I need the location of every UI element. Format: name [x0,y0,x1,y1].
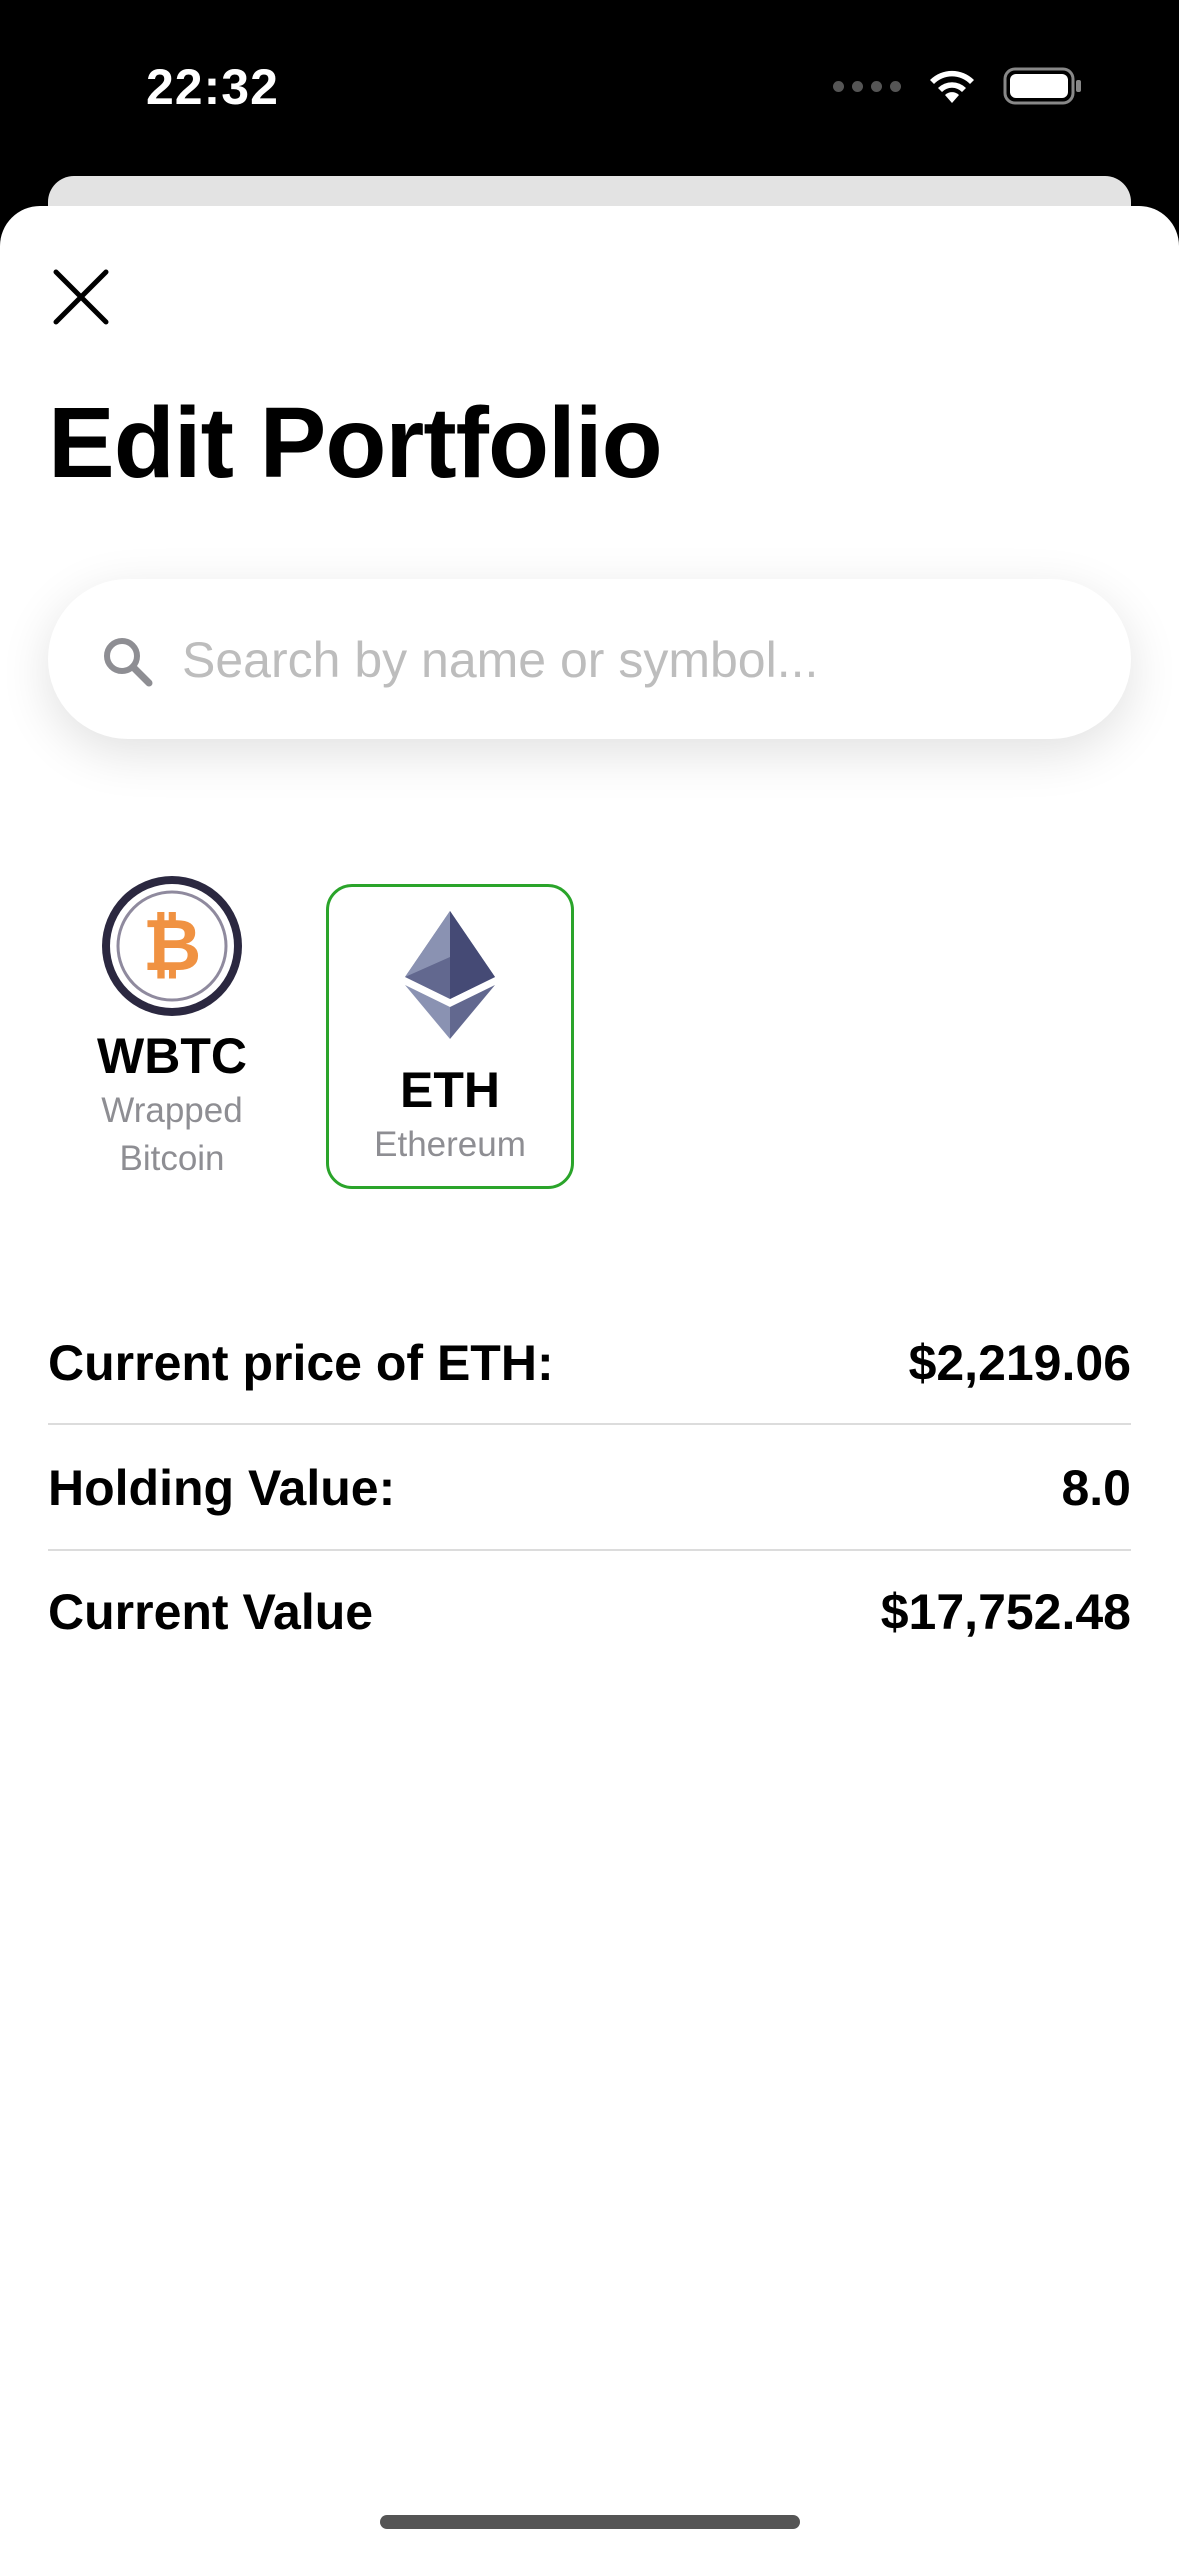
holding-row[interactable]: Holding Value: 8.0 [48,1438,1131,1538]
status-icons [833,66,1083,106]
wifi-icon [930,70,974,103]
svg-text:₿: ₿ [143,906,202,986]
bitcoin-icon: ₿ [102,876,242,1016]
cellular-signal-icon [833,80,901,92]
coin-name: Ethereum [374,1125,526,1164]
search-bar[interactable] [48,579,1131,739]
coin-name: Wrapped [101,1091,243,1130]
ethereum-icon [405,911,495,1039]
status-bar: 22:32 [0,0,1179,170]
price-value: $2,219.06 [908,1335,1131,1391]
coin-item-wbtc[interactable]: ₿ WBTC Wrapped Bitcoin [48,873,296,1183]
current-value-amount: $17,752.48 [880,1584,1131,1640]
price-label: Current price of ETH: [48,1335,554,1391]
page-title: Edit Portfolio [48,387,663,499]
home-indicator[interactable] [380,2515,800,2529]
price-row: Current price of ETH: $2,219.06 [48,1313,1131,1413]
coin-symbol: ETH [400,1062,500,1118]
close-icon[interactable] [50,266,112,328]
divider [48,1549,1131,1551]
search-icon [104,638,153,687]
search-input[interactable] [180,609,1084,711]
divider [48,1423,1131,1425]
current-value-label: Current Value [48,1584,374,1640]
coin-symbol: WBTC [97,1028,247,1084]
coin-name-cont: Bitcoin [119,1139,225,1178]
coin-item-eth[interactable]: ETH Ethereum [326,884,574,1189]
holding-label: Holding Value: [48,1460,396,1516]
battery-icon [1003,67,1081,105]
holding-value-field[interactable]: 8.0 [1061,1459,1131,1517]
status-time: 22:32 [146,59,279,115]
current-value-row: Current Value $17,752.48 [48,1562,1131,1662]
edit-portfolio-sheet: Edit Portfolio ₿ WBTC Wrapped Bitcoin ET… [0,206,1179,2556]
